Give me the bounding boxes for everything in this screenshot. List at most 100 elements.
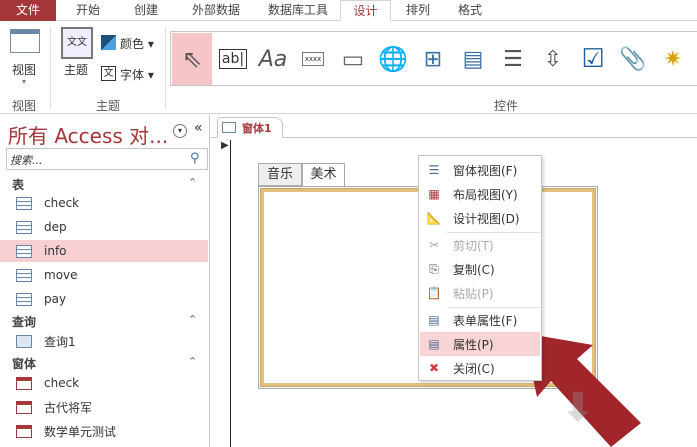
label-control[interactable]: Aa xyxy=(256,40,290,78)
section-queries[interactable]: 查询 xyxy=(12,313,36,330)
button-control[interactable]: xxxx xyxy=(296,40,330,78)
table-icon xyxy=(16,220,32,234)
list-item[interactable]: move xyxy=(0,264,208,286)
list-box-icon[interactable]: ⇳ xyxy=(536,40,570,78)
tab-home[interactable]: 开始 xyxy=(62,0,114,21)
collapse-pane-icon[interactable]: « xyxy=(194,120,203,136)
section-tables[interactable]: 表 xyxy=(12,176,24,193)
menu-label: 关闭(C) xyxy=(453,361,495,376)
view-icon[interactable] xyxy=(10,29,40,53)
fonts-label: 字体 xyxy=(120,68,145,82)
collapse-chevron-icon[interactable]: ⌃ xyxy=(188,313,197,326)
divider xyxy=(165,27,166,109)
combo-box-icon[interactable]: ☰ xyxy=(496,40,530,78)
tab-external-data[interactable]: 外部数据 xyxy=(176,0,256,21)
form-icon xyxy=(16,424,32,438)
navigation-pane: 所有 Access 对... ▾ « 搜索... ⚲ 表 ⌃ check dep… xyxy=(0,115,210,447)
navigation-control-icon[interactable]: ▤ xyxy=(456,40,490,78)
collapse-chevron-icon[interactable]: ⌃ xyxy=(188,176,197,189)
tab-arrange[interactable]: 排列 xyxy=(392,0,444,21)
chevron-down-icon: ▾ xyxy=(22,77,27,86)
colors-button[interactable]: 颜色 ▾ xyxy=(120,35,154,52)
list-item[interactable]: 数学单元测试 xyxy=(0,420,208,442)
menu-item-properties[interactable]: ▤ 属性(P) xyxy=(420,332,540,356)
textbox-control[interactable]: ab| xyxy=(216,40,250,78)
menu-item-form-view[interactable]: ☰ 窗体视图(F) xyxy=(420,158,540,182)
form-icon xyxy=(16,400,32,414)
context-menu: ☰ 窗体视图(F) ▦ 布局视图(Y) 📐 设计视图(D) ✂ 剪切(T) ⎘ 复制(C)… xyxy=(418,155,542,381)
list-item[interactable]: check xyxy=(0,372,208,394)
select-pointer-icon[interactable]: ⇖ xyxy=(172,33,212,85)
group-controls-label: 控件 xyxy=(494,99,519,113)
list-item[interactable]: check xyxy=(0,192,208,214)
item-label: check xyxy=(44,196,80,210)
item-label: info xyxy=(44,244,67,258)
nav-menu-dropdown-icon[interactable]: ▾ xyxy=(173,124,187,138)
list-item[interactable]: 查询1 xyxy=(0,330,208,352)
form-icon xyxy=(222,122,236,133)
menu-label: 剪切(T) xyxy=(453,238,494,253)
hyperlink-icon[interactable]: 🌐 xyxy=(376,40,410,78)
menu-item-close[interactable]: ✖ 关闭(C) xyxy=(420,356,540,380)
menu-item-layout-view[interactable]: ▦ 布局视图(Y) xyxy=(420,182,540,206)
document-tab-label: 窗体1 xyxy=(242,121,272,135)
menu-label: 属性(P) xyxy=(453,337,494,352)
scissors-icon: ✂ xyxy=(428,238,440,252)
table-icon xyxy=(16,244,32,258)
tab-create[interactable]: 创建 xyxy=(120,0,172,21)
paste-icon: 📋 xyxy=(426,286,442,300)
tab-control-icon[interactable]: ▭ xyxy=(336,40,370,78)
menu-item-design-view[interactable]: 📐 设计视图(D) xyxy=(420,206,540,230)
menu-item-copy[interactable]: ⎘ 复制(C) xyxy=(420,257,540,281)
nav-search-input[interactable]: 搜索... xyxy=(6,148,208,170)
form-tab-art[interactable]: 美术 xyxy=(302,163,345,186)
menu-item-form-properties[interactable]: ▤ 表单属性(F) xyxy=(420,308,540,332)
design-view-icon: 📐 xyxy=(426,211,442,225)
divider xyxy=(211,137,697,138)
table-icon xyxy=(16,268,32,282)
theme-icon[interactable]: 文文 xyxy=(61,27,93,59)
menu-item-cut[interactable]: ✂ 剪切(T) xyxy=(420,233,540,257)
section-forms[interactable]: 窗体 xyxy=(12,355,36,372)
checkbox-icon[interactable]: ☑ xyxy=(576,40,610,78)
document-tab[interactable]: 窗体1 xyxy=(217,117,283,138)
menu-item-paste[interactable]: 📋 粘贴(P) xyxy=(420,281,540,305)
menu-label: 窗体视图(F) xyxy=(453,163,518,178)
divider xyxy=(50,27,51,109)
form-tab-music[interactable]: 音乐 xyxy=(258,163,302,186)
list-item[interactable]: dep xyxy=(0,216,208,238)
list-item[interactable]: 古代将军 xyxy=(0,396,208,418)
theme-button[interactable]: 主题 xyxy=(64,61,88,78)
group-theme-label: 主题 xyxy=(96,99,121,113)
properties-icon: ▤ xyxy=(428,313,440,327)
nav-title[interactable]: 所有 Access 对... xyxy=(8,120,168,149)
fonts-button[interactable]: 字体 ▾ xyxy=(120,66,154,83)
view-button[interactable]: 视图 xyxy=(12,61,36,78)
table-icon xyxy=(16,196,32,210)
ruler-line xyxy=(230,140,231,447)
insert-image-icon[interactable]: ✷ xyxy=(656,40,690,78)
web-browser-icon[interactable]: ⊞ xyxy=(416,40,450,78)
colors-label: 颜色 xyxy=(120,37,145,51)
record-selector-icon: ▶ xyxy=(221,140,229,151)
tab-database-tools[interactable]: 数据库工具 xyxy=(256,0,340,21)
menu-label: 复制(C) xyxy=(453,262,495,277)
colors-icon xyxy=(101,35,116,50)
item-label: 查询1 xyxy=(44,334,76,349)
item-label: move xyxy=(44,268,78,282)
menu-label: 布局视图(Y) xyxy=(453,187,518,202)
query-icon xyxy=(16,334,32,348)
tab-format[interactable]: 格式 xyxy=(444,0,496,21)
list-item[interactable]: pay xyxy=(0,288,208,310)
item-label: dep xyxy=(44,220,67,234)
collapse-chevron-icon[interactable]: ⌃ xyxy=(188,355,197,368)
watermark-logo: ⬇ xyxy=(561,385,595,431)
tab-design[interactable]: 设计 xyxy=(340,0,391,21)
item-label: pay xyxy=(44,292,67,306)
layout-view-icon: ▦ xyxy=(428,187,440,201)
attachment-icon[interactable]: 📎 xyxy=(616,40,650,78)
item-label: 数学单元测试 xyxy=(44,424,117,439)
tab-file[interactable]: 文件 xyxy=(0,0,56,21)
search-icon[interactable]: ⚲ xyxy=(190,151,200,166)
list-item[interactable]: info xyxy=(0,240,208,262)
